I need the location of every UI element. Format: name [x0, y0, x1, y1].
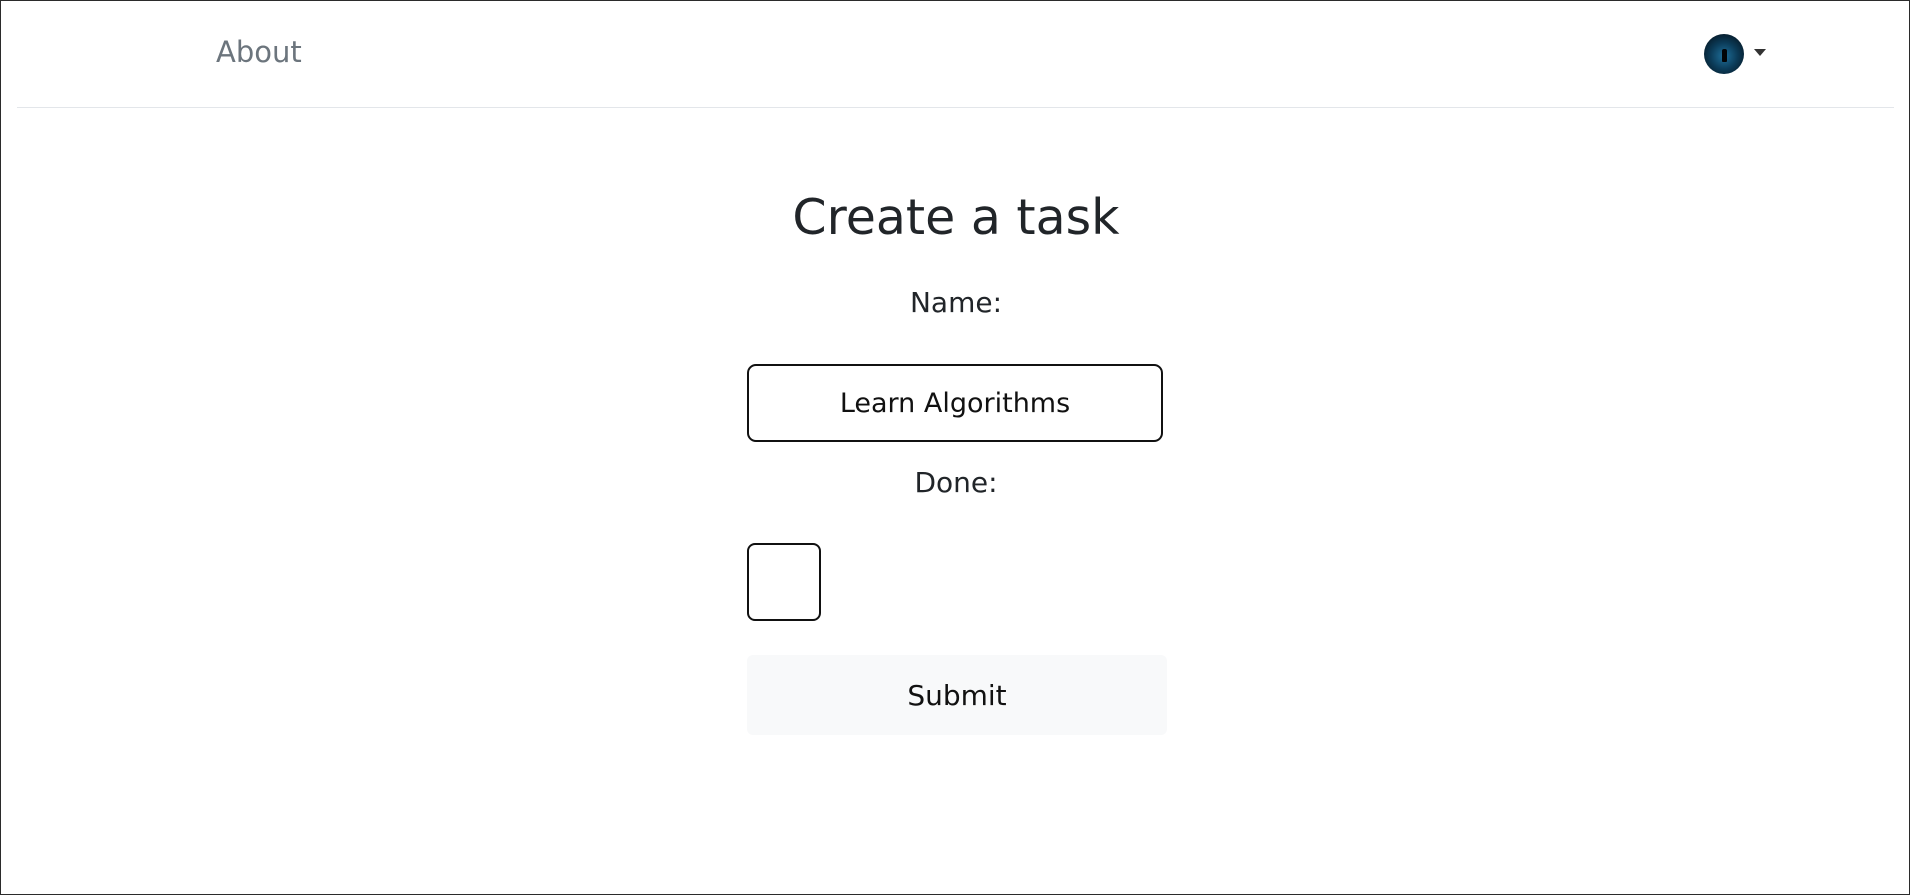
done-label: Done:: [914, 466, 998, 499]
navbar: About: [17, 1, 1894, 108]
name-input[interactable]: [747, 364, 1163, 442]
caret-down-icon[interactable]: [1754, 49, 1766, 56]
user-avatar-icon[interactable]: [1704, 34, 1744, 74]
name-label: Name:: [909, 286, 1003, 319]
user-menu-toggle[interactable]: [1704, 34, 1766, 76]
submit-button[interactable]: Submit: [747, 655, 1167, 735]
nav-link-about[interactable]: About: [216, 35, 302, 69]
done-checkbox[interactable]: [747, 543, 821, 621]
page-title: Create a task: [792, 189, 1120, 246]
avatar-figure: [1722, 49, 1727, 62]
browser-viewport: About Create a task Name: Done: Submit: [0, 0, 1910, 895]
